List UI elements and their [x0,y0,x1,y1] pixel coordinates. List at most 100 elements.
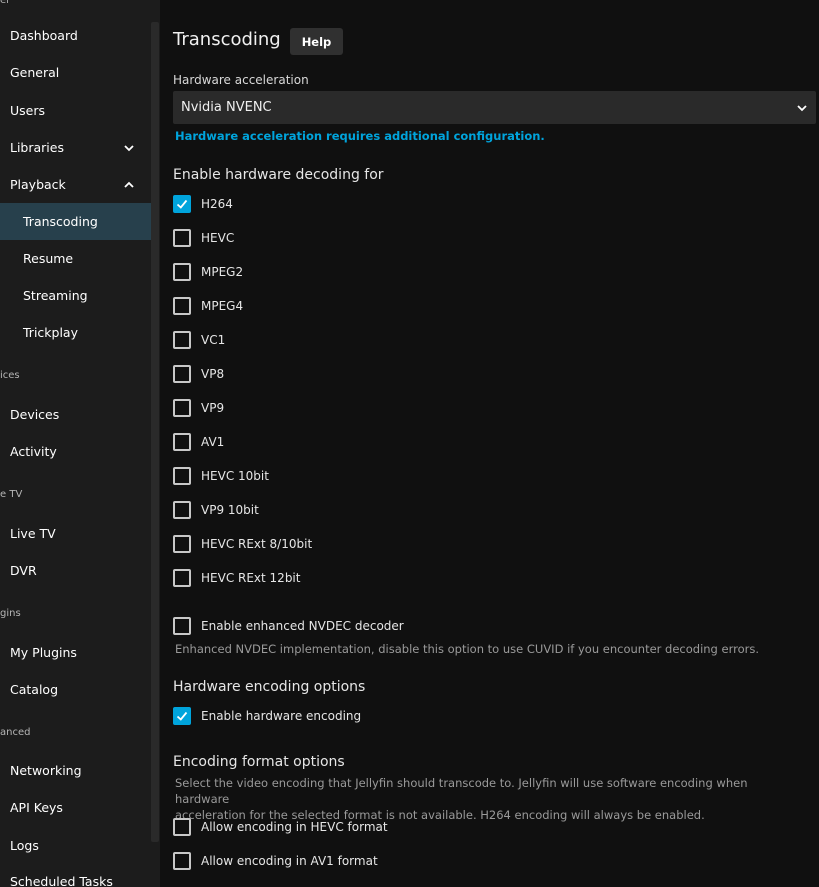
decoder-option-hevc-rext-12bit[interactable]: HEVC RExt 12bit [173,567,300,589]
checkbox-label: HEVC [201,231,235,245]
sidebar-item-streaming[interactable]: Streaming [0,277,151,314]
sidebar-item-users[interactable]: Users [0,92,151,129]
checkbox-label: H264 [201,197,233,211]
checkbox-label: HEVC RExt 8/10bit [201,537,313,551]
decoder-option-hevc[interactable]: HEVC [173,227,234,249]
sidebar-item-label: Trickplay [23,325,78,340]
checkbox[interactable] [173,818,191,836]
decoder-option-mpeg4[interactable]: MPEG4 [173,295,243,317]
main-content: Transcoding Help Hardware acceleration N… [173,0,819,887]
checkbox[interactable] [173,365,191,383]
hw-encoding-option[interactable]: Enable hardware encoding [173,705,361,727]
sidebar-item-label: Logs [10,838,39,853]
sidebar-section-header: e TV [0,489,23,500]
checkbox[interactable] [173,331,191,349]
sidebar-item-label: My Plugins [10,645,77,660]
sidebar-item-label: Networking [10,763,82,778]
sidebar-item-playback[interactable]: Playback [0,166,151,203]
sidebar-item-catalog[interactable]: Catalog [0,671,151,708]
sidebar-section-header: er [0,0,11,6]
sidebar-item-label: Catalog [10,682,59,697]
decoder-option-hevc-rext-8-10bit[interactable]: HEVC RExt 8/10bit [173,533,312,555]
sidebar-item-logs[interactable]: Logs [0,827,151,864]
sidebar-item-my-plugins[interactable]: My Plugins [0,634,151,671]
checkbox-label: AV1 [201,435,225,449]
checkbox[interactable] [173,707,191,725]
checkbox[interactable] [173,467,191,485]
hw-accel-select[interactable]: Nvidia NVENC [173,91,816,124]
format-section-title: Encoding format options [173,754,345,770]
sidebar-item-networking[interactable]: Networking [0,752,151,789]
checkbox[interactable] [173,229,191,247]
sidebar-scrollbar[interactable] [151,22,159,842]
page-title: Transcoding [173,29,281,50]
nvdec-description: Enhanced NVDEC implementation, disable t… [175,642,759,656]
sidebar-section-header: ices [0,370,20,381]
sidebar-item-libraries[interactable]: Libraries [0,129,151,166]
checkbox[interactable] [173,501,191,519]
sidebar-section-header: gins [0,608,21,619]
sidebar-item-label: Activity [10,444,57,459]
decoder-option-vp9-10bit[interactable]: VP9 10bit [173,499,259,521]
sidebar-item-general[interactable]: General [0,54,151,91]
chevron-down-icon [797,104,807,111]
checkbox-label: MPEG4 [201,299,244,313]
checkbox-label: Enable enhanced NVDEC decoder [201,619,404,633]
av1-encoding-option[interactable]: Allow encoding in AV1 format [173,850,378,872]
format-description-line: Select the video encoding that Jellyfin … [175,776,748,806]
sidebar-item-label: API Keys [10,800,63,815]
checkbox[interactable] [173,195,191,213]
checkbox-label: VP8 [201,367,225,381]
checkbox[interactable] [173,399,191,417]
sidebar-item-trickplay[interactable]: Trickplay [0,314,151,351]
decoder-option-vp9[interactable]: VP9 [173,397,224,419]
sidebar-item-label: Dashboard [10,28,78,43]
checkbox[interactable] [173,433,191,451]
decoding-section-title: Enable hardware decoding for [173,167,384,183]
sidebar-item-activity[interactable]: Activity [0,433,151,470]
checkbox-label: HEVC 10bit [201,469,269,483]
hw-accel-label: Hardware acceleration [173,73,309,87]
sidebar-item-label: Playback [10,177,66,192]
hw-accel-note-link[interactable]: Hardware acceleration requires additiona… [175,129,545,143]
sidebar: er Dashboard General Users Libraries Pla… [0,0,160,887]
sidebar-item-scheduled-tasks[interactable]: Scheduled Tasks [0,863,151,887]
sidebar-item-live-tv[interactable]: Live TV [0,515,151,552]
sidebar-item-label: Scheduled Tasks [10,874,113,887]
checkbox-label: VC1 [201,333,226,347]
checkbox[interactable] [173,263,191,281]
checkbox[interactable] [173,852,191,870]
decoder-option-vp8[interactable]: VP8 [173,363,224,385]
checkbox-label: Allow encoding in AV1 format [201,854,378,868]
sidebar-item-label: Libraries [10,140,64,155]
checkbox[interactable] [173,297,191,315]
checkbox-label: Allow encoding in HEVC format [201,820,388,834]
decoder-option-mpeg2[interactable]: MPEG2 [173,261,243,283]
chevron-up-icon[interactable] [123,179,135,191]
hw-accel-value: Nvidia NVENC [181,100,272,115]
decoder-option-h264[interactable]: H264 [173,193,233,215]
checkbox[interactable] [173,535,191,553]
sidebar-item-transcoding[interactable]: Transcoding [0,203,151,240]
checkmark-icon [176,199,188,209]
checkbox-label: MPEG2 [201,265,244,279]
sidebar-item-devices[interactable]: Devices [0,396,151,433]
checkbox[interactable] [173,569,191,587]
nvdec-option[interactable]: Enable enhanced NVDEC decoder [173,615,404,637]
sidebar-section-header: anced [0,727,31,738]
decoder-option-hevc-10bit[interactable]: HEVC 10bit [173,465,269,487]
decoder-option-av1[interactable]: AV1 [173,431,224,453]
sidebar-item-dashboard[interactable]: Dashboard [0,17,151,54]
chevron-down-icon[interactable] [123,142,135,154]
decoder-option-vc1[interactable]: VC1 [173,329,225,351]
sidebar-item-dvr[interactable]: DVR [0,552,151,589]
sidebar-item-label: Streaming [23,288,88,303]
sidebar-item-api-keys[interactable]: API Keys [0,789,151,826]
help-button[interactable]: Help [290,28,343,55]
checkbox[interactable] [173,617,191,635]
encoding-section-title: Hardware encoding options [173,679,366,695]
sidebar-item-resume[interactable]: Resume [0,240,151,277]
sidebar-item-label: Users [10,103,46,118]
hevc-encoding-option[interactable]: Allow encoding in HEVC format [173,816,388,838]
checkbox-label: HEVC RExt 12bit [201,571,301,585]
